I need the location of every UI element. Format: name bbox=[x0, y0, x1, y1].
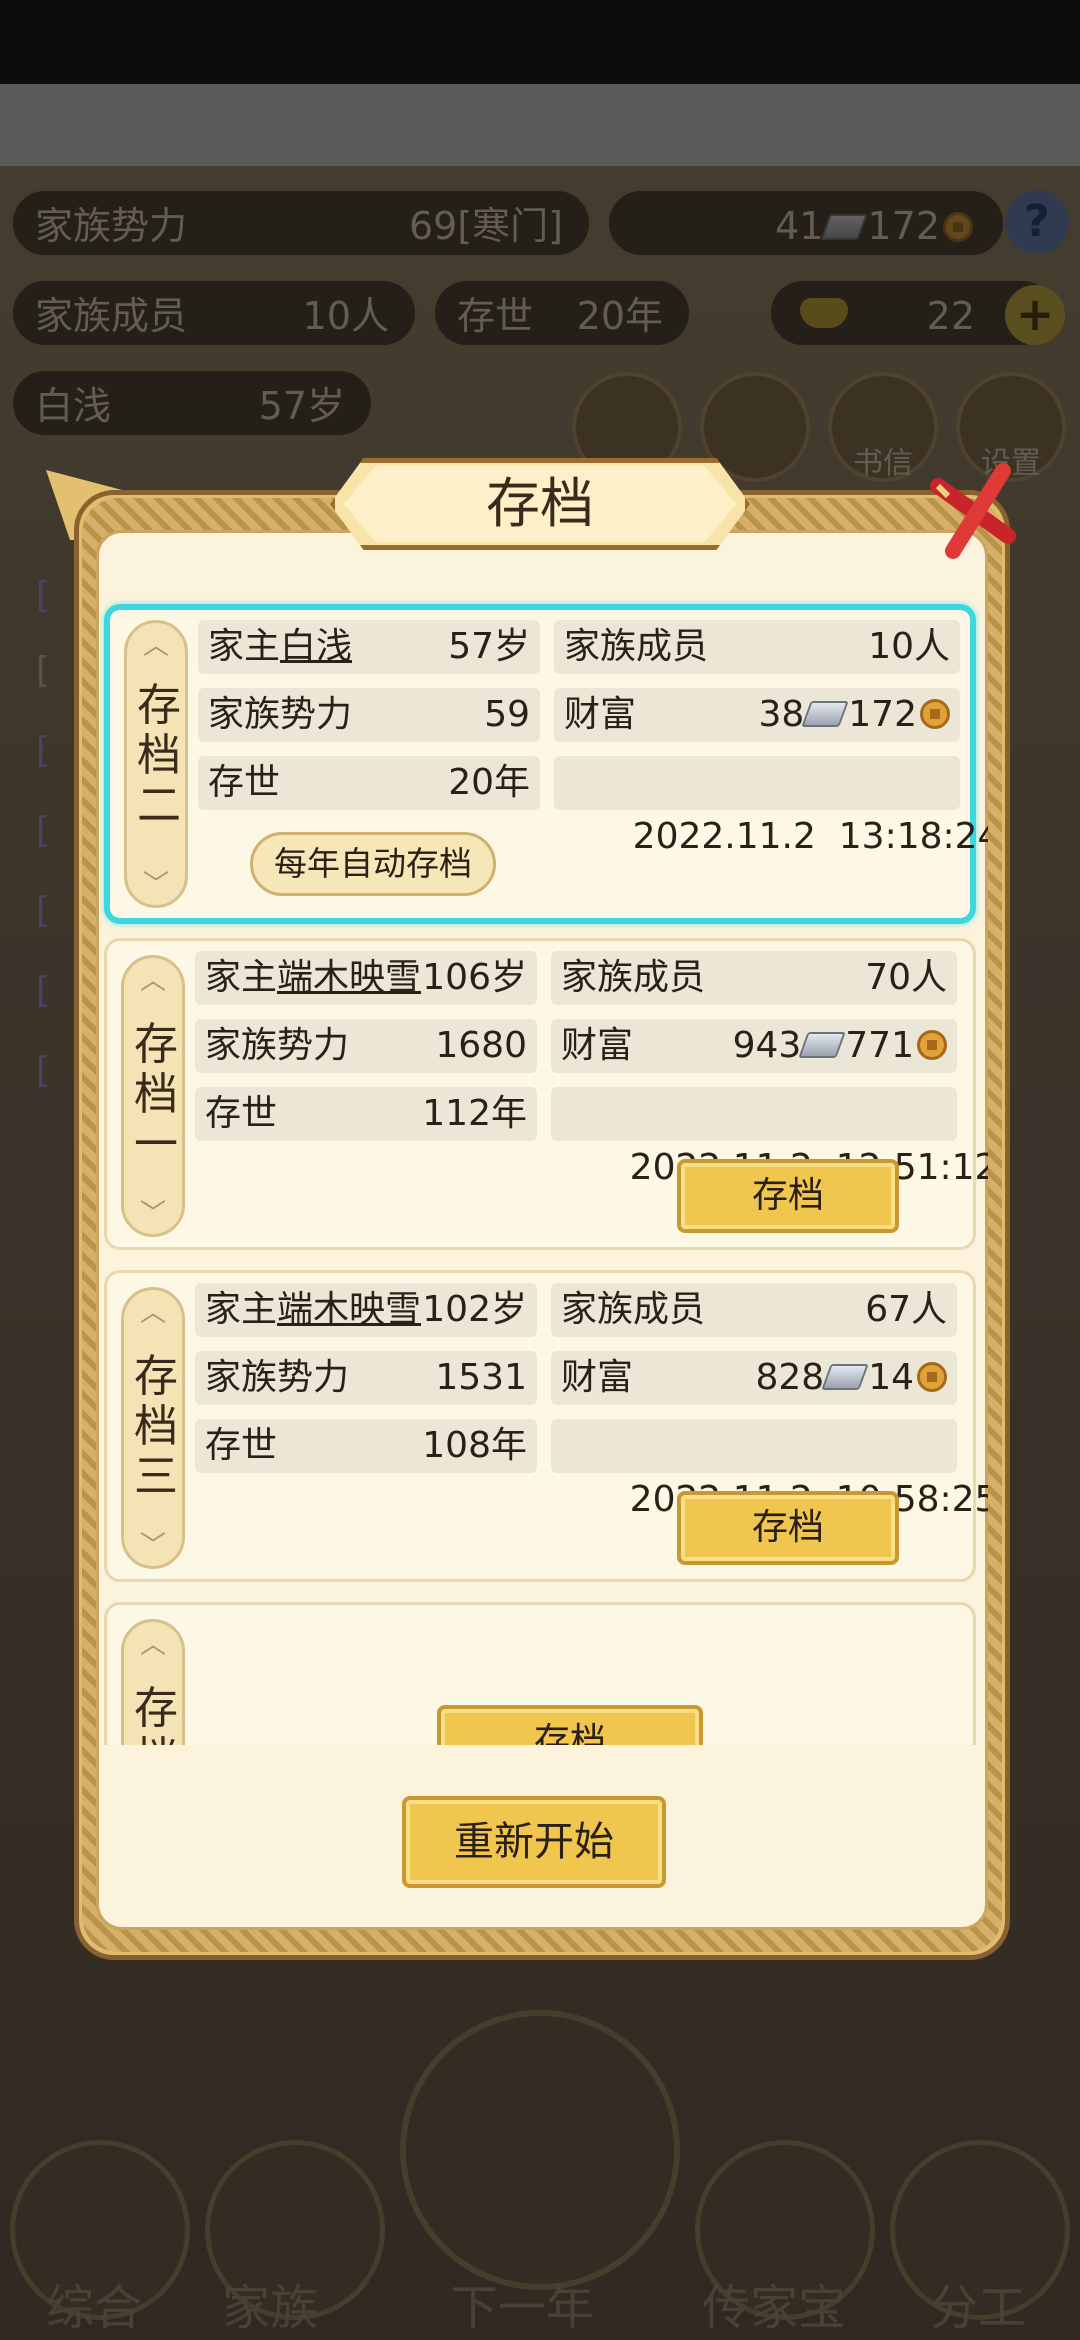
save-button[interactable]: 存档 bbox=[677, 1159, 899, 1233]
slot-label: 存档一 bbox=[134, 1019, 178, 1170]
head-age: 106岁 bbox=[422, 957, 527, 998]
slot-label: 存档四 bbox=[134, 1683, 178, 1746]
save-slot-1[interactable]: ︿ 存档一 ﹀ 家主端木映雪 106岁 家族成员 70人 家族势力 1680 财… bbox=[104, 938, 988, 1250]
save-slot-2[interactable]: ︿ 存档二 ﹀ 家主白浅 57岁 家族成员 10人 家族势力 59 财富 38 1… bbox=[104, 604, 988, 924]
slot-tab: ︿ 存档四 ﹀ bbox=[121, 1619, 185, 1745]
silver-ingot-icon bbox=[801, 701, 850, 727]
members-cell: 家族成员 67人 bbox=[551, 1283, 957, 1337]
save-slot-4[interactable]: ︿ 存档四 ﹀ 存档 bbox=[104, 1602, 976, 1745]
top-band bbox=[0, 84, 1080, 166]
save-button[interactable]: 存档 bbox=[437, 1705, 703, 1745]
close-icon[interactable] bbox=[918, 456, 1028, 566]
copper-coin-icon bbox=[920, 699, 950, 729]
slot-tab: ︿ 存档二 ﹀ bbox=[124, 620, 188, 908]
timestamp-cell: 2022.11.2 13:18:24 bbox=[554, 756, 988, 857]
power-cell: 家族势力 59 bbox=[198, 688, 540, 742]
era-cell: 存世 108年 bbox=[195, 1419, 537, 1473]
copper-coin-icon bbox=[917, 1362, 947, 1392]
timestamp-cell: 2022.11.2 12:51:12 bbox=[551, 1087, 988, 1188]
save-button[interactable]: 存档 bbox=[677, 1491, 899, 1565]
head-age: 57岁 bbox=[448, 626, 530, 667]
head-cell: 家主端木映雪 102岁 bbox=[195, 1283, 537, 1337]
head-age: 102岁 bbox=[422, 1289, 527, 1330]
era-cell: 存世 20年 bbox=[198, 756, 540, 810]
save-slot-list[interactable]: ︿ 存档二 ﹀ 家主白浅 57岁 家族成员 10人 家族势力 59 财富 38 1… bbox=[96, 590, 988, 1745]
save-slot-3[interactable]: ︿ 存档三 ﹀ 家主端木映雪 102岁 家族成员 67人 家族势力 1531 财… bbox=[104, 1270, 988, 1582]
silver-ingot-icon bbox=[821, 1364, 869, 1390]
slot-label: 存档三 bbox=[134, 1351, 178, 1502]
head-cell: 家主端木映雪 106岁 bbox=[195, 951, 537, 1005]
wealth-cell: 财富 943 771 bbox=[551, 1019, 957, 1073]
status-bar bbox=[0, 0, 1080, 84]
power-cell: 家族势力 1531 bbox=[195, 1351, 537, 1405]
head-cell: 家主白浅 57岁 bbox=[198, 620, 540, 674]
head-name-link[interactable]: 白浅 bbox=[280, 626, 352, 667]
head-name-link[interactable]: 端木映雪 bbox=[277, 1289, 421, 1330]
copper-coin-icon bbox=[917, 1030, 947, 1060]
wealth-cell: 财富 828 14 bbox=[551, 1351, 957, 1405]
dialog-title: 存档 bbox=[486, 472, 594, 535]
head-name-link[interactable]: 端木映雪 bbox=[277, 957, 421, 998]
wealth-cell: 财富 38 172 bbox=[554, 688, 960, 742]
members-cell: 家族成员 10人 bbox=[554, 620, 960, 674]
power-cell: 家族势力 1680 bbox=[195, 1019, 537, 1073]
restart-button[interactable]: 重新开始 bbox=[402, 1796, 666, 1888]
timestamp-cell: 2022.11.2 10:58:25 bbox=[551, 1419, 988, 1520]
members-cell: 家族成员 70人 bbox=[551, 951, 957, 1005]
silver-ingot-icon bbox=[798, 1032, 847, 1058]
slot-tab: ︿ 存档一 ﹀ bbox=[121, 955, 185, 1237]
slot-label: 存档二 bbox=[137, 680, 181, 831]
era-cell: 存世 112年 bbox=[195, 1087, 537, 1141]
slot-tab: ︿ 存档三 ﹀ bbox=[121, 1287, 185, 1569]
auto-save-yearly-button[interactable]: 每年自动存档 bbox=[250, 832, 496, 896]
